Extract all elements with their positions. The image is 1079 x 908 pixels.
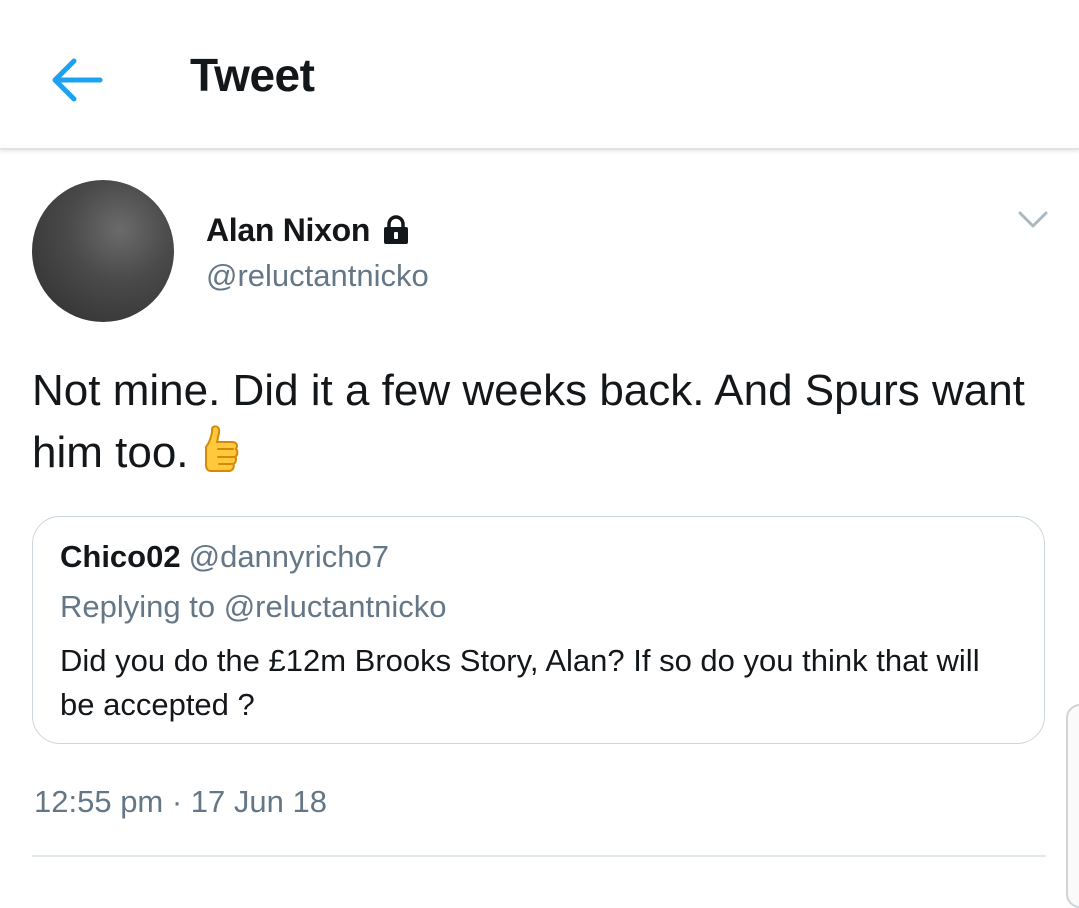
divider (32, 855, 1046, 857)
author-name[interactable]: Alan Nixon (206, 212, 370, 249)
scroll-handle[interactable] (1066, 704, 1079, 908)
author-name-row: Alan Nixon (206, 210, 410, 250)
tweet-text: Not mine. Did it a few weeks back. And S… (32, 366, 1025, 477)
arrow-left-icon (52, 58, 103, 102)
back-button[interactable] (48, 50, 108, 110)
thumbs-up-icon (197, 423, 241, 475)
quoted-author-name: Chico02 (60, 539, 181, 574)
tweet-menu-button[interactable] (1016, 204, 1050, 234)
quoted-replying-to: Replying to @reluctantnicko (60, 589, 447, 624)
quoted-tweet-text: Did you do the £12m Brooks Story, Alan? … (60, 643, 980, 722)
tweet-text-block: Not mine. Did it a few weeks back. And S… (32, 360, 1032, 484)
avatar[interactable] (32, 180, 174, 322)
chevron-down-icon (1018, 211, 1048, 228)
quoted-author-row: Chico02 @dannyricho7 (60, 539, 389, 575)
top-bar: Tweet (0, 0, 1079, 150)
lock-icon (382, 215, 410, 245)
tweet-timestamp: 12:55 pm · 17 Jun 18 (34, 784, 327, 819)
quoted-author-handle: @dannyricho7 (188, 539, 389, 574)
page-title: Tweet (190, 49, 315, 101)
author-handle[interactable]: @reluctantnicko (206, 258, 429, 294)
quoted-tweet[interactable]: Chico02 @dannyricho7 Replying to @relucta… (32, 516, 1045, 744)
